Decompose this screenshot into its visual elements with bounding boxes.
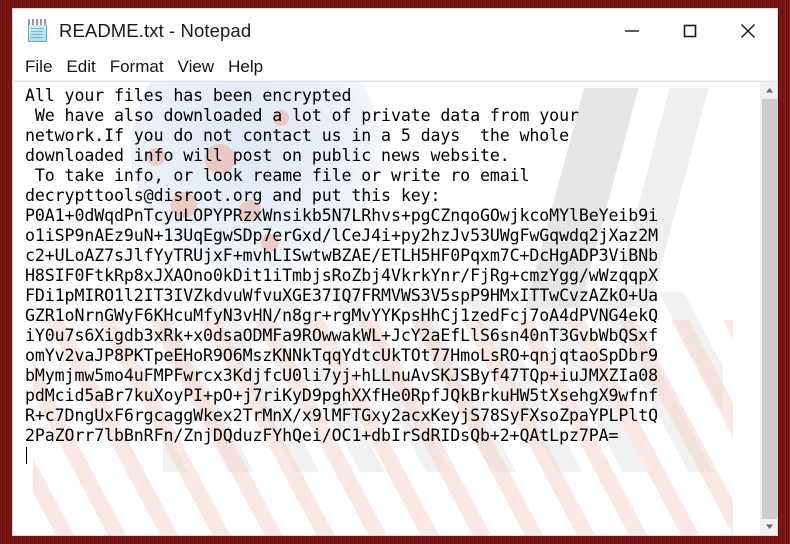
- text-line: We have also downloaded a lot of private…: [25, 106, 579, 125]
- text-line-email: decrypttools@disroot.org and put this ke…: [25, 186, 441, 205]
- window-title: README.txt - Notepad: [59, 20, 252, 41]
- scrollbar-thumb[interactable]: [762, 99, 777, 519]
- title-bar[interactable]: README.txt - Notepad: [13, 9, 777, 53]
- text-line-key: c2+ULoAZ7sJlfYyTRUjxF+mvhLISwtwBZAE/ETLH…: [25, 246, 658, 265]
- menu-item-edit[interactable]: Edit: [66, 53, 104, 81]
- close-button[interactable]: [719, 9, 777, 53]
- text-line-key: R+c7DngUxF6rgcaggWkex2TrMnX/x9lMFTGxy2ac…: [25, 406, 658, 425]
- screenshot-frame: README.txt - Notepad File Edit Format Vi…: [0, 0, 790, 544]
- document-text: All your files has been encrypted We hav…: [25, 86, 760, 446]
- editor-area: All your files has been encrypted We hav…: [13, 81, 777, 535]
- menu-item-file[interactable]: File: [25, 53, 61, 81]
- minimize-button[interactable]: [603, 9, 661, 53]
- text-line-key: iY0u7s6Xigdb3xRk+x0dsaODMFa9ROwwakWL+JcY…: [25, 326, 658, 345]
- notepad-window: README.txt - Notepad File Edit Format Vi…: [12, 8, 778, 536]
- text-line-key: P0A1+0dWqdPnTcyuLOPYPRzxWnsikb5N7LRhvs+p…: [25, 206, 658, 225]
- text-line: network.If you do not contact us in a 5 …: [25, 126, 569, 145]
- text-line-key: bMymjmw5mo4uFMPFwrcx3KdjfcU0li7yj+hLLnuA…: [25, 366, 658, 385]
- text-line: All your files has been encrypted: [25, 86, 352, 105]
- text-editor[interactable]: All your files has been encrypted We hav…: [13, 82, 760, 535]
- scroll-up-icon[interactable]: [761, 82, 777, 99]
- text-line-key: 2PaZOrr7lbBnRFn/ZnjDQduzFYhQei/OC1+dbIrS…: [25, 426, 619, 445]
- text-line: To take info, or look reame file or writ…: [25, 166, 530, 185]
- menu-bar: File Edit Format View Help: [13, 53, 777, 81]
- text-line-key: FDi1pMIRO1l2IT3IVZkdvuWfvuXGE37IQ7FRMVWS…: [25, 286, 658, 305]
- title-bar-left: README.txt - Notepad: [13, 19, 251, 43]
- menu-item-help[interactable]: Help: [228, 53, 272, 81]
- text-line: downloaded info will post on public news…: [25, 146, 510, 165]
- menu-item-view[interactable]: View: [178, 53, 224, 81]
- window-caption-buttons: [603, 9, 777, 53]
- vertical-scrollbar[interactable]: [760, 82, 777, 535]
- text-caret: [26, 447, 27, 464]
- text-line-key: omYv2vaJP8PKTpeEHoR9O6MszKNNkTqqYdtcUkTO…: [25, 346, 658, 365]
- text-line-key: H8SIF0FtkRp8xJXAOno0kDit1iTmbjsRoZbj4Vkr…: [25, 266, 658, 285]
- maximize-button[interactable]: [661, 9, 719, 53]
- text-line-key: o1iSP9nAEz9uN+13UqEgwSDp7erGxd/lCeJ4i+py…: [25, 226, 658, 245]
- menu-item-format[interactable]: Format: [110, 53, 173, 81]
- text-line-key: GZR1oNrnGWyF6KHcuMfyN3vHN/n8gr+rgMvYYKps…: [25, 306, 658, 325]
- notepad-icon: [27, 19, 50, 43]
- scroll-down-icon[interactable]: [761, 518, 777, 535]
- text-line-key: pdMcid5aBr7kuXoyPI+pO+j7riKyD9pghXXfHe0R…: [25, 386, 658, 405]
